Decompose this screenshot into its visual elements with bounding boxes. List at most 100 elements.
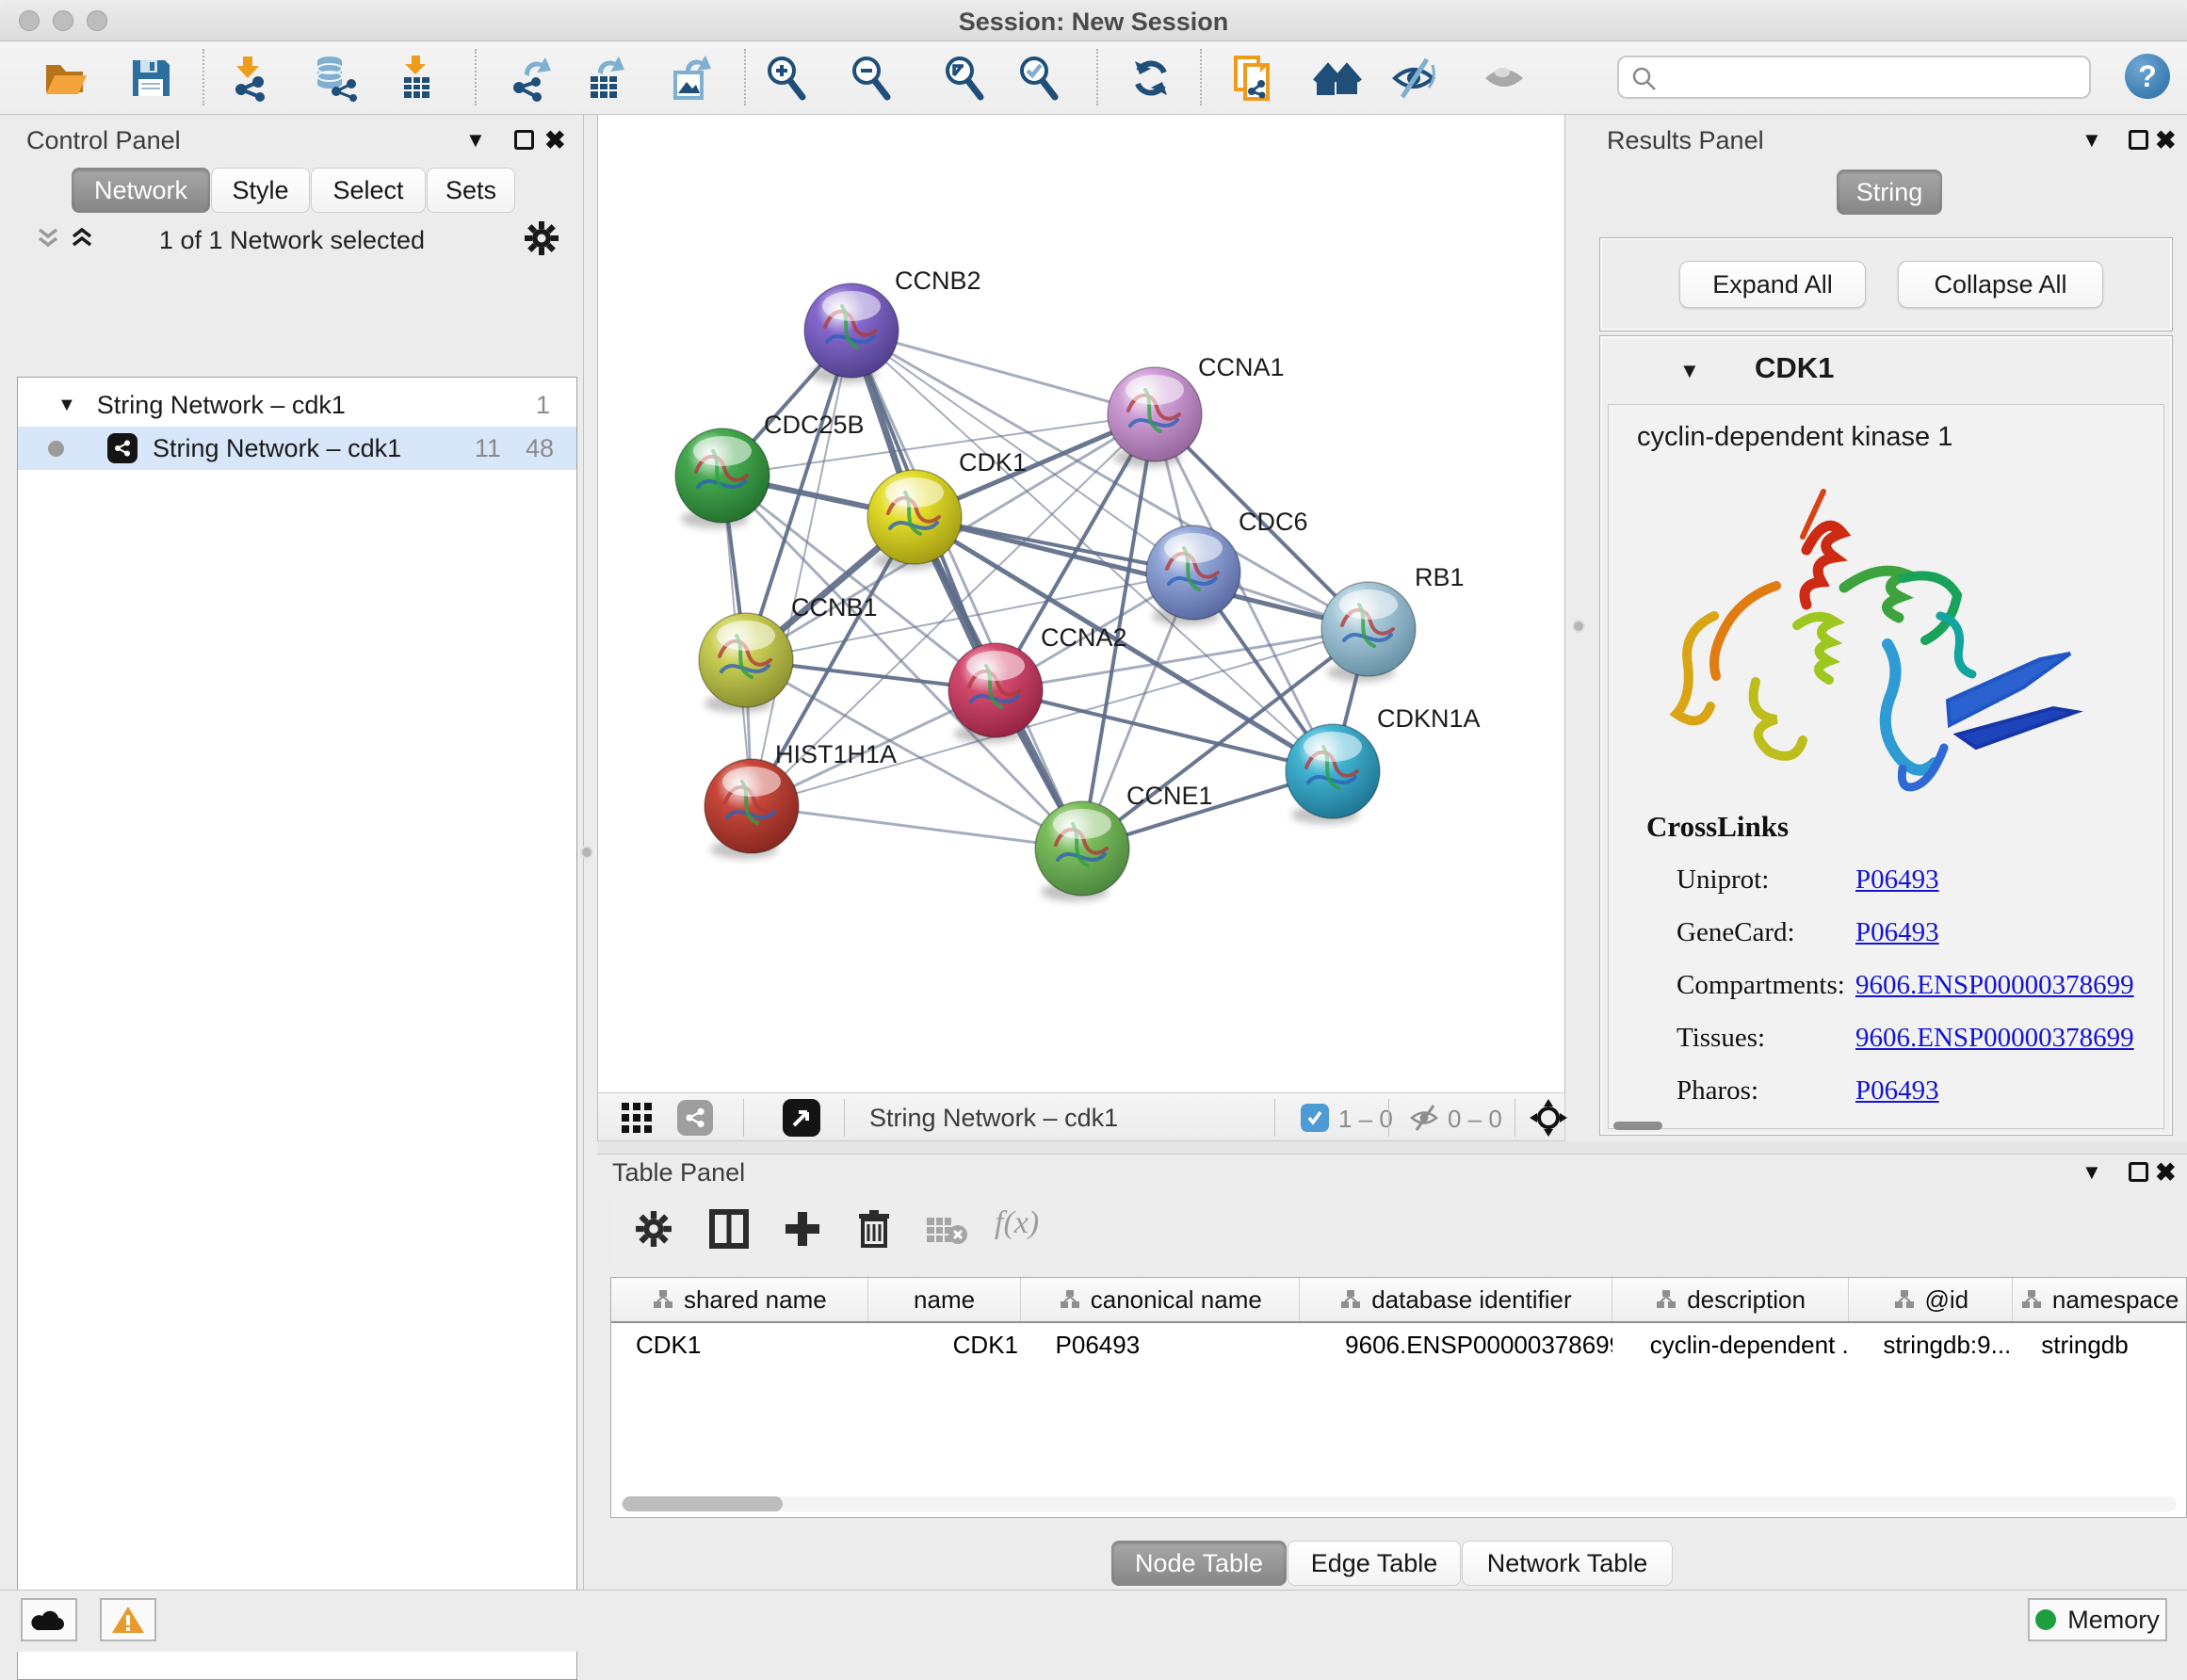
zoom-out-icon[interactable] xyxy=(847,54,896,103)
table-panel-menu-icon[interactable]: ▼ xyxy=(2082,1160,2102,1185)
column-header-description[interactable]: description xyxy=(1612,1278,1850,1321)
column-header-namespace[interactable]: namespace xyxy=(2013,1278,2186,1321)
results-panel-float-icon[interactable] xyxy=(2129,130,2148,150)
cell-canonical-name[interactable]: P06493 xyxy=(1022,1323,1301,1366)
column-header-shared-name[interactable]: shared name xyxy=(611,1278,868,1321)
export-table-icon[interactable] xyxy=(581,54,630,103)
crosslink-compartments-link[interactable]: 9606.ENSP00000378699 xyxy=(1855,970,2134,1001)
zoom-fit-icon[interactable] xyxy=(940,54,989,103)
splitter-handle-left[interactable] xyxy=(582,848,591,857)
network-edge-CCNB2-CCNE1[interactable] xyxy=(851,331,1082,848)
crosslink-pharos-link[interactable]: P06493 xyxy=(1855,1075,1939,1107)
network-node-RB1[interactable] xyxy=(1321,582,1416,682)
network-node-CDKN1A[interactable] xyxy=(1286,724,1380,824)
birdseye-view-icon[interactable] xyxy=(783,1099,820,1137)
table-hscrollbar-thumb[interactable] xyxy=(623,1496,783,1511)
network-node-CDC25B[interactable] xyxy=(675,428,770,528)
column-header-name[interactable]: name xyxy=(868,1278,1022,1321)
grid-view-icon[interactable] xyxy=(621,1102,653,1134)
tab-string[interactable]: String xyxy=(1837,170,1942,215)
network-canvas[interactable]: CCNB2CCNA1CDC25BCDK1CDC6RB1CCNB1CCNA2CDK… xyxy=(597,115,1565,1092)
network-node-CCNA1[interactable] xyxy=(1108,367,1202,467)
tab-edge-table[interactable]: Edge Table xyxy=(1288,1541,1461,1586)
function-builder-icon[interactable]: f(x) xyxy=(995,1205,1039,1241)
expand-all-button[interactable]: Expand All xyxy=(1679,261,1866,308)
gene-expander-icon[interactable]: ▼ xyxy=(1679,359,1700,383)
eye-slash-icon[interactable] xyxy=(1389,54,1438,103)
table-hscrollbar[interactable] xyxy=(621,1496,2177,1511)
tab-node-table[interactable]: Node Table xyxy=(1111,1541,1287,1586)
results-panel-menu-icon[interactable]: ▼ xyxy=(2082,128,2102,153)
import-network-icon[interactable] xyxy=(224,54,273,103)
results-panel-close-icon[interactable]: ✖ xyxy=(2155,126,2177,155)
string-home-icon[interactable] xyxy=(1313,54,1362,103)
network-node-HIST1H1A[interactable] xyxy=(705,759,799,859)
fit-content-icon[interactable] xyxy=(1529,1098,1568,1138)
network-node-CCNB2[interactable] xyxy=(804,283,899,383)
cell-namespace[interactable]: stringdb xyxy=(2013,1323,2186,1366)
network-node-CCNE1[interactable] xyxy=(1035,801,1129,901)
column-header-id[interactable]: @id xyxy=(1849,1278,2013,1321)
tab-network-table[interactable]: Network Table xyxy=(1462,1541,1673,1586)
table-panel-float-icon[interactable] xyxy=(2129,1162,2148,1182)
save-session-icon[interactable] xyxy=(126,54,175,103)
duplicate-network-icon[interactable] xyxy=(1230,54,1279,103)
network-node-CCNB1[interactable] xyxy=(699,613,793,713)
crosslink-tissues-link[interactable]: 9606.ENSP00000378699 xyxy=(1855,1023,2134,1054)
expand-all-icon[interactable] xyxy=(68,224,96,252)
collapse-all-button[interactable]: Collapse All xyxy=(1898,261,2103,308)
collection-expander-icon[interactable]: ▼ xyxy=(57,395,76,416)
control-panel-menu-icon[interactable]: ▼ xyxy=(465,128,486,153)
import-table-icon[interactable] xyxy=(392,54,441,103)
network-edge-RB1-HIST1H1A[interactable] xyxy=(752,629,1369,806)
tab-sets[interactable]: Sets xyxy=(427,168,515,213)
network-collection-row[interactable]: ▼ String Network – cdk1 1 xyxy=(18,383,576,427)
column-header-database-identifier[interactable]: database identifier xyxy=(1300,1278,1612,1321)
cell-id[interactable]: stringdb:9... xyxy=(1849,1323,2013,1366)
memory-button[interactable]: Memory xyxy=(2028,1598,2167,1641)
collapse-all-icon[interactable] xyxy=(34,224,62,252)
import-database-icon[interactable] xyxy=(312,54,361,103)
tab-style[interactable]: Style xyxy=(211,168,310,213)
network-edge-HIST1H1A-CCNE1[interactable] xyxy=(752,806,1082,848)
zoom-in-icon[interactable] xyxy=(762,54,811,103)
zoom-selected-icon[interactable] xyxy=(1014,54,1063,103)
cloud-button[interactable] xyxy=(21,1598,77,1641)
selected-checkbox-icon[interactable] xyxy=(1301,1104,1329,1132)
export-image-icon[interactable] xyxy=(667,54,716,103)
delete-column-icon[interactable] xyxy=(853,1208,895,1250)
network-edge-CCNB2-HIST1H1A[interactable] xyxy=(752,331,851,806)
control-panel-close-icon[interactable]: ✖ xyxy=(544,126,566,155)
tab-select[interactable]: Select xyxy=(311,168,426,213)
column-header-canonical-name[interactable]: canonical name xyxy=(1021,1278,1300,1321)
gear-icon[interactable] xyxy=(524,220,559,256)
help-button[interactable]: ? xyxy=(2125,54,2170,99)
refresh-icon[interactable] xyxy=(1126,54,1175,103)
crosslink-genecard-link[interactable]: P06493 xyxy=(1855,917,1939,948)
network-node-CDC6[interactable] xyxy=(1146,525,1240,625)
cell-shared-name[interactable]: CDK1 xyxy=(611,1323,868,1366)
clear-table-icon[interactable] xyxy=(925,1216,968,1246)
eye-icon[interactable] xyxy=(1480,54,1529,103)
tab-network[interactable]: Network xyxy=(72,168,210,213)
cell-database-identifier[interactable]: 9606.ENSP00000378699 xyxy=(1300,1323,1612,1366)
hidden-eye-icon[interactable] xyxy=(1408,1103,1440,1133)
results-hscrollbar-thumb[interactable] xyxy=(1613,1122,1662,1130)
table-gear-icon[interactable] xyxy=(635,1210,672,1248)
network-node-CDK1[interactable] xyxy=(867,470,962,570)
control-panel-float-icon[interactable] xyxy=(514,130,534,150)
crosslink-uniprot-link[interactable]: P06493 xyxy=(1855,864,1939,896)
network-row-selected[interactable]: String Network – cdk1 11 48 xyxy=(18,427,576,470)
cell-name[interactable]: CDK1 xyxy=(868,1323,1022,1366)
splitter-handle-right[interactable] xyxy=(1574,622,1583,631)
search-input[interactable] xyxy=(1617,56,2091,99)
network-badge-icon[interactable] xyxy=(677,1100,713,1136)
add-column-icon[interactable] xyxy=(782,1208,823,1250)
warning-button[interactable] xyxy=(100,1598,156,1641)
table-panel-close-icon[interactable]: ✖ xyxy=(2155,1158,2177,1187)
cell-description[interactable]: cyclin-dependent ... xyxy=(1612,1323,1850,1366)
show-columns-icon[interactable] xyxy=(708,1208,750,1250)
export-network-icon[interactable] xyxy=(506,54,555,103)
open-session-icon[interactable] xyxy=(41,54,90,103)
table-row[interactable]: CDK1 CDK1 P06493 9606.ENSP00000378699 cy… xyxy=(611,1323,2186,1366)
